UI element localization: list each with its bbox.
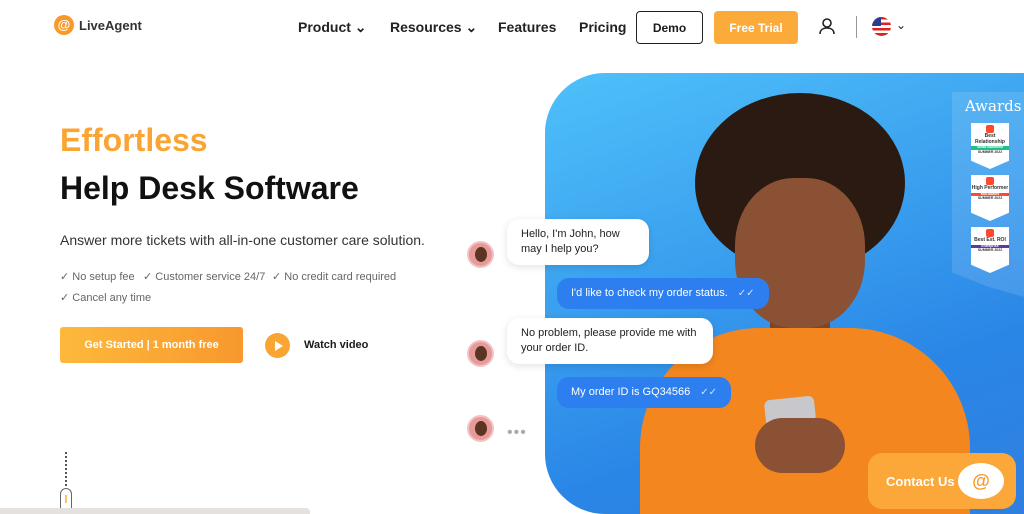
watch-video-link[interactable]: Watch video [304, 339, 368, 351]
demo-button[interactable]: Demo [636, 11, 703, 44]
us-flag-icon[interactable] [872, 17, 891, 36]
chat-bubble-agent: Hello, I'm John, how may I help you? [507, 219, 649, 265]
hero-title: Help Desk Software [60, 170, 359, 206]
typing-indicator-icon: ••• [507, 424, 527, 441]
logo-icon: @ [54, 15, 74, 35]
bottom-bar [0, 508, 310, 514]
feature-item: ✓ No credit card required [272, 271, 397, 283]
hero-subtitle: Answer more tickets with all-in-one cust… [60, 232, 425, 248]
chat-bubble-user: My order ID is GQ34566 ✓✓ [557, 377, 731, 408]
chat-bubble-user: I'd like to check my order status. ✓✓ [557, 278, 769, 309]
user-icon[interactable] [819, 18, 835, 35]
nav-pricing[interactable]: Pricing [579, 19, 626, 35]
nav-product[interactable]: Product ⌄ [298, 19, 367, 36]
scroll-dots [65, 452, 67, 486]
chat-bubble-agent: No problem, please provide me with your … [507, 318, 713, 364]
nav-features[interactable]: Features [498, 19, 556, 35]
feature-item: ✓ Customer service 24/7 [143, 271, 266, 283]
free-trial-button[interactable]: Free Trial [714, 11, 798, 44]
award-badge: High Performer Mid-Market SUMMER 2022 [971, 175, 1009, 221]
feature-item: ✓ No setup fee [60, 271, 135, 283]
top-nav: @ LiveAgent Product ⌄ Resources ⌄ Feature… [0, 0, 1024, 54]
chat-icon: @ [958, 463, 1004, 499]
hero-title-accent: Effortless [60, 122, 208, 158]
chevron-down-icon[interactable]: ⌄ [896, 18, 906, 32]
get-started-button[interactable]: Get Started | 1 month free [60, 327, 243, 363]
read-ticks-icon: ✓✓ [700, 387, 717, 398]
scroll-mouse-icon[interactable] [60, 488, 72, 510]
play-icon[interactable] [265, 333, 290, 358]
logo[interactable]: @ LiveAgent [54, 15, 142, 35]
brand-name: LiveAgent [79, 17, 142, 33]
agent-avatar [467, 415, 494, 442]
agent-avatar [467, 340, 494, 367]
contact-us-button[interactable]: Contact Us @ [868, 453, 1016, 509]
read-ticks-icon: ✓✓ [737, 288, 755, 299]
award-badge: Best Est. ROI Enterprise SUMMER 2022 [971, 227, 1009, 273]
divider [856, 16, 857, 38]
feature-item: ✓ Cancel any time [60, 292, 152, 304]
awards-title: Awards [965, 97, 1022, 115]
agent-avatar [467, 241, 494, 268]
award-badge: Best Relationship Small Business SUMMER 20… [971, 123, 1009, 169]
nav-resources[interactable]: Resources ⌄ [390, 19, 477, 36]
